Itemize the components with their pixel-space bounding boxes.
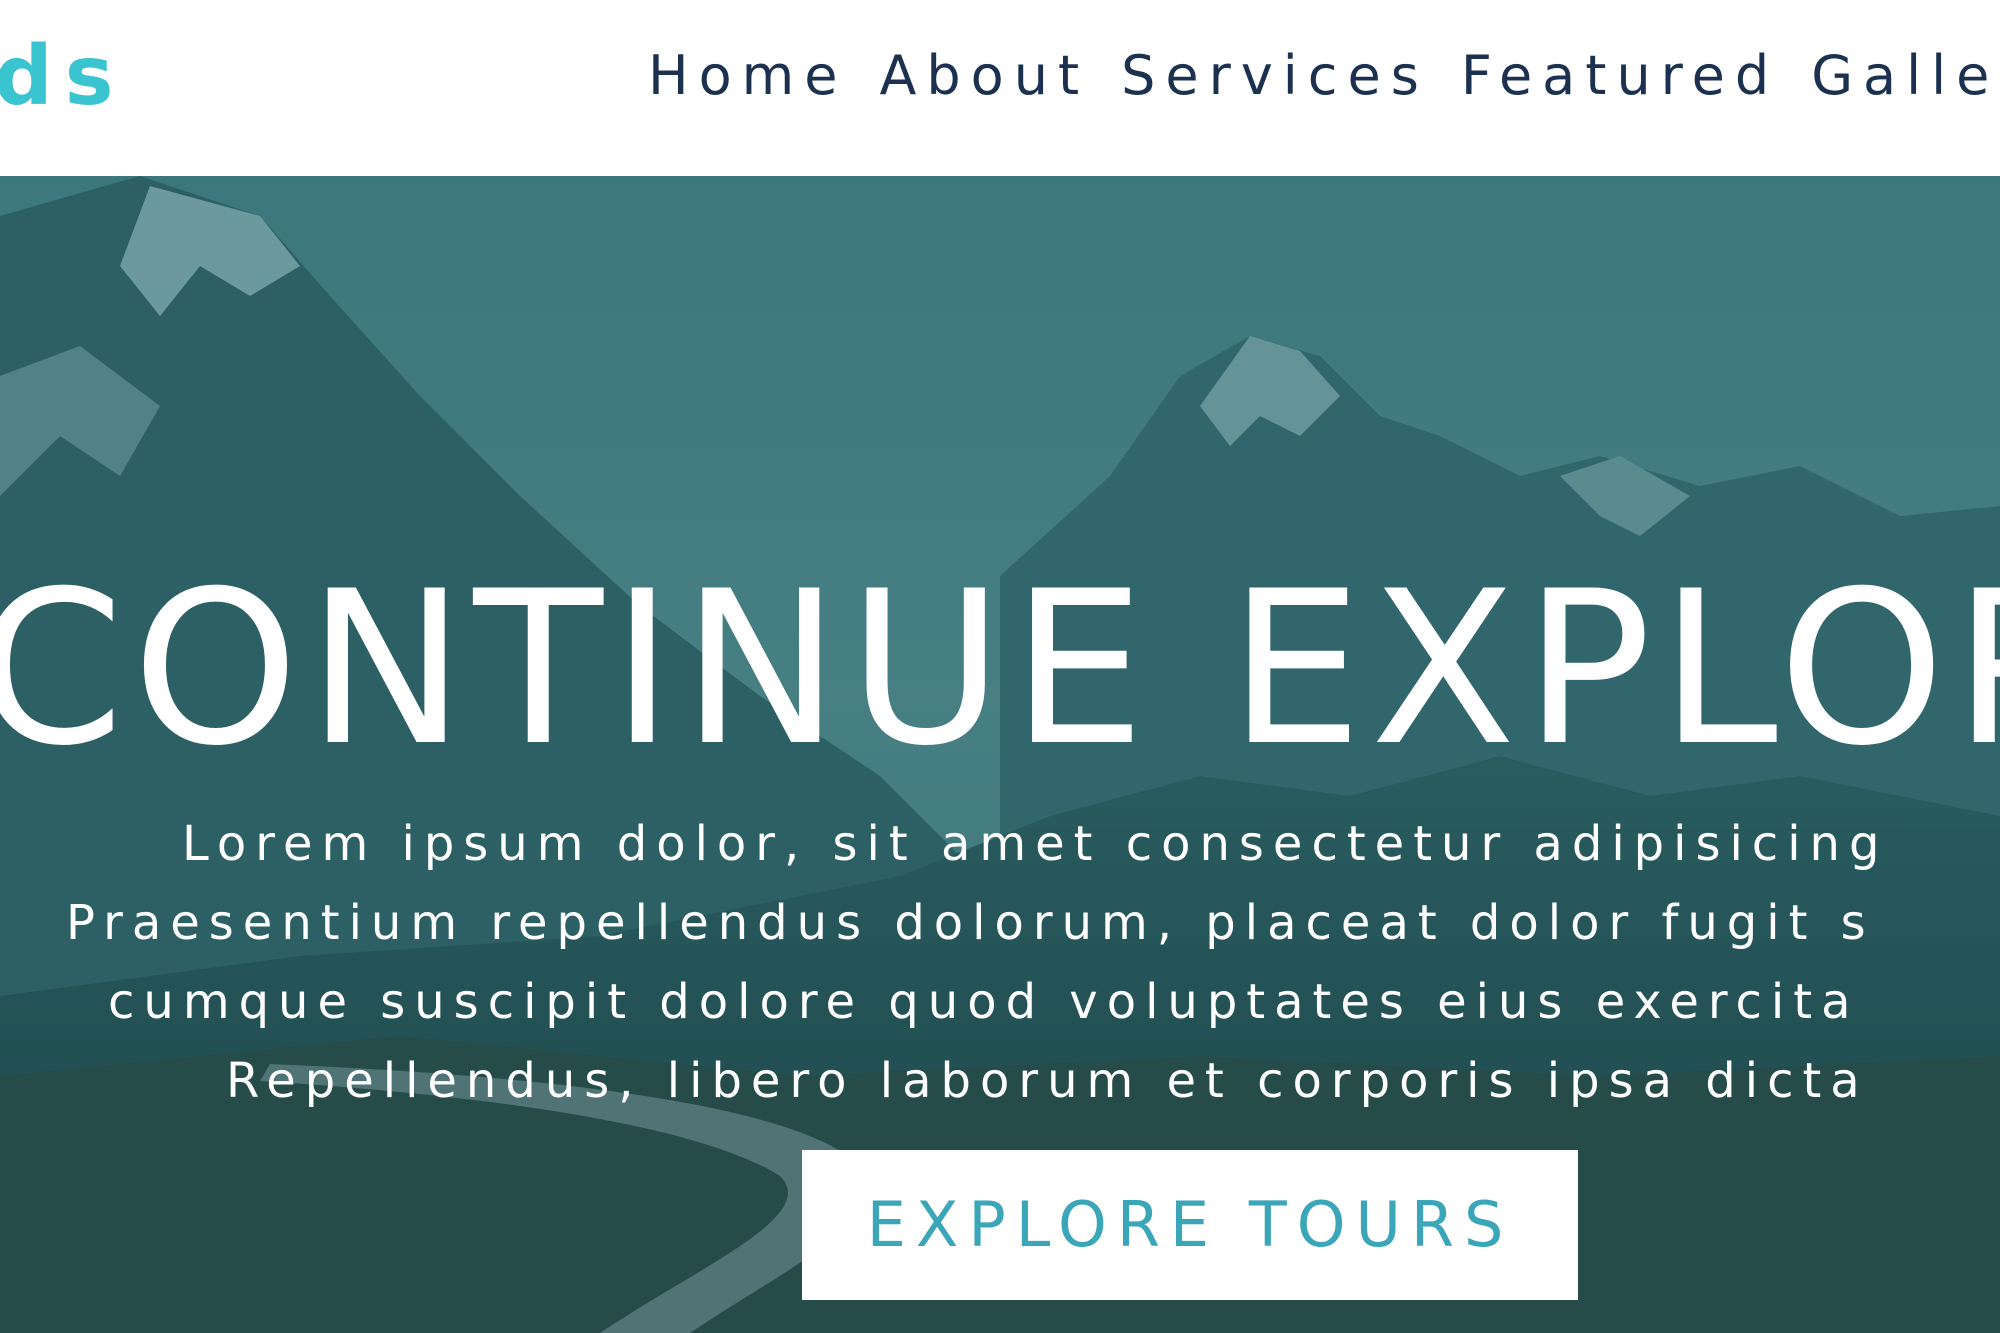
nav-link-gallery[interactable]: Galle (1811, 40, 1999, 112)
brand-logo[interactable]: ds (0, 32, 126, 122)
nav-link-services[interactable]: Services (1121, 40, 1429, 112)
nav-link-featured[interactable]: Featured (1461, 40, 1779, 112)
page: ds Home About Services Featured Galle CO… (0, 0, 2000, 1333)
hero-paragraph-line: cumque suscipit dolore quod voluptates e… (108, 974, 1860, 1030)
nav-links: Home About Services Featured Galle (648, 40, 2000, 112)
navbar: ds Home About Services Featured Galle (0, 0, 2000, 176)
hero-section: CONTINUE EXPLOR Lorem ipsum dolor, sit a… (0, 176, 2000, 1333)
hero-paragraph-line: Praesentium repellendus dolorum, placeat… (66, 895, 1875, 951)
explore-tours-button[interactable]: EXPLORE TOURS (802, 1150, 1578, 1300)
hero-paragraph-line: Repellendus, libero laborum et corporis … (226, 1053, 1869, 1109)
nav-link-about[interactable]: About (879, 40, 1089, 112)
nav-link-home[interactable]: Home (648, 40, 847, 112)
hero-paragraph-line: Lorem ipsum dolor, sit amet consectetur … (182, 816, 1889, 872)
hero-title: CONTINUE EXPLOR (0, 545, 2000, 792)
